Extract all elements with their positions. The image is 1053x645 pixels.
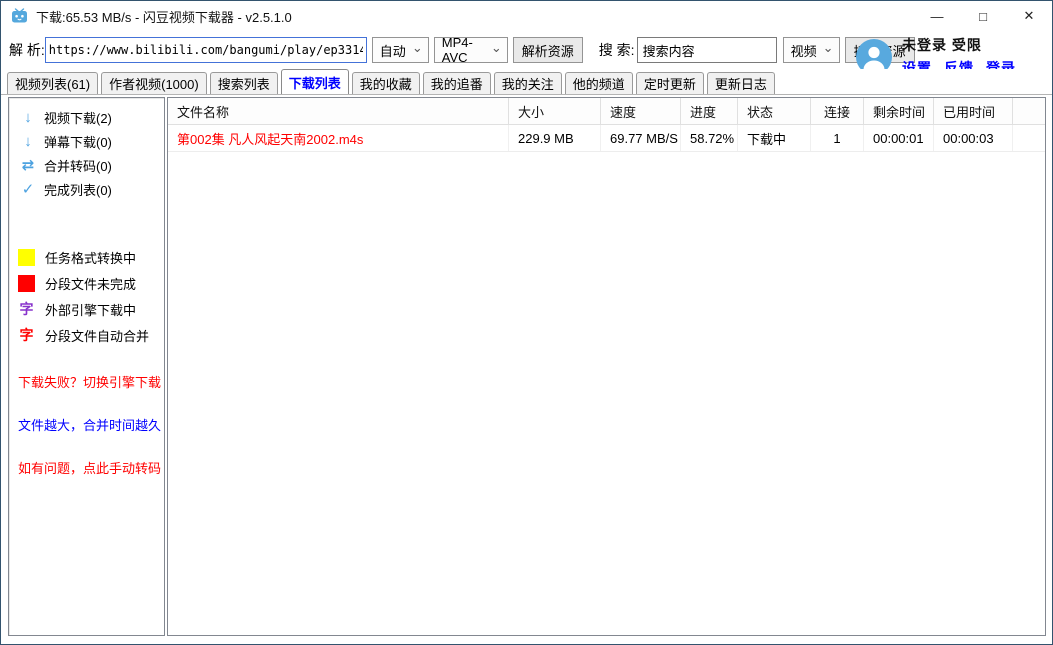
app-window: 下载:65.53 MB/s - 闪豆视频下载器 - v2.5.1.0 — □ ✕… xyxy=(0,0,1053,645)
search-input[interactable] xyxy=(637,37,777,63)
note-manual-transcode[interactable]: 如有问题，点此手动转码 xyxy=(9,458,164,477)
red-swatch-icon xyxy=(18,275,35,292)
mode-select[interactable]: 自动 ⌄ xyxy=(372,37,429,63)
note-merge-time: 文件越大，合并时间越久 xyxy=(9,415,164,434)
download-sidebar: ↓ 视频下载(2) ↓ 弹幕下载(0) ⇄ 合并转码(0) ✓ 完成列表(0) … xyxy=(8,97,165,636)
cell-speed: 69.77 MB/S xyxy=(601,125,681,151)
column-header-filler xyxy=(1013,98,1045,124)
tab-my-bangumi[interactable]: 我的追番 xyxy=(423,72,491,94)
format-select[interactable]: MP4-AVC ⌄ xyxy=(434,37,508,63)
cell-progress: 58.72% xyxy=(681,125,738,151)
parse-label: 解 析: xyxy=(9,40,45,60)
window-controls: — □ ✕ xyxy=(914,1,1052,31)
chevron-down-icon: ⌄ xyxy=(491,43,502,53)
cell-connections: 1 xyxy=(811,125,864,151)
cell-status: 下载中 xyxy=(738,125,811,151)
red-text-glyph-icon: 字 xyxy=(18,325,35,345)
column-header-connections[interactable]: 连接 xyxy=(811,98,864,124)
format-select-value: MP4-AVC xyxy=(442,35,485,65)
sidebar-item-merge-transcode[interactable]: ⇄ 合并转码(0) xyxy=(9,153,164,177)
sidebar-item-danmaku-download[interactable]: ↓ 弹幕下载(0) xyxy=(9,129,164,153)
toolbar: 解 析: 自动 ⌄ MP4-AVC ⌄ 解析资源 搜 索: 视频 ⌄ 搜索资源 xyxy=(1,33,915,67)
legend-item-auto-merge: 字 分段文件自动合并 xyxy=(9,322,164,348)
tab-my-favorites[interactable]: 我的收藏 xyxy=(352,72,420,94)
app-logo-icon xyxy=(11,8,28,24)
url-input[interactable] xyxy=(45,37,367,63)
sidebar-item-label: 完成列表(0) xyxy=(44,180,112,199)
table-row[interactable]: 第002集 凡人风起天南2002.m4s 229.9 MB 69.77 MB/S… xyxy=(168,125,1045,152)
sidebar-notes: 下载失败？切换引擎下载 文件越大，合并时间越久 如有问题，点此手动转码 xyxy=(9,372,164,477)
purple-text-glyph-icon: 字 xyxy=(18,299,35,319)
legend-item-converting: 任务格式转换中 xyxy=(9,244,164,270)
parse-resource-button[interactable]: 解析资源 xyxy=(513,37,583,63)
download-table-panel: 文件名称 大小 速度 进度 状态 连接 剩余时间 已用时间 第002集 凡人风起… xyxy=(167,97,1046,636)
column-header-remaining-time[interactable]: 剩余时间 xyxy=(864,98,934,124)
search-type-select[interactable]: 视频 ⌄ xyxy=(783,37,840,63)
sidebar-item-video-download[interactable]: ↓ 视频下载(2) xyxy=(9,105,164,129)
legend-item-segment-incomplete: 分段文件未完成 xyxy=(9,270,164,296)
window-title: 下载:65.53 MB/s - 闪豆视频下载器 - v2.5.1.0 xyxy=(36,7,292,26)
login-status-text: 未登录 受限 xyxy=(902,35,982,55)
mode-select-value: 自动 xyxy=(380,41,406,60)
tab-changelog[interactable]: 更新日志 xyxy=(707,72,775,94)
sidebar-item-completed-list[interactable]: ✓ 完成列表(0) xyxy=(9,177,164,201)
tab-scheduled-update[interactable]: 定时更新 xyxy=(636,72,704,94)
column-header-filename[interactable]: 文件名称 xyxy=(168,98,509,124)
sidebar-item-label: 合并转码(0) xyxy=(44,156,112,175)
search-type-value: 视频 xyxy=(791,41,817,60)
column-header-status[interactable]: 状态 xyxy=(738,98,811,124)
chevron-down-icon: ⌄ xyxy=(823,43,834,53)
cell-remaining-time: 00:00:01 xyxy=(864,125,934,151)
cell-filler xyxy=(1013,125,1045,151)
status-legend: 任务格式转换中 分段文件未完成 字 外部引擎下载中 字 分段文件自动合并 xyxy=(9,244,164,348)
search-label: 搜 索: xyxy=(599,40,635,60)
tab-my-follows[interactable]: 我的关注 xyxy=(494,72,562,94)
legend-label: 外部引擎下载中 xyxy=(45,300,136,319)
cell-size: 229.9 MB xyxy=(509,125,601,151)
yellow-swatch-icon xyxy=(18,249,35,266)
legend-item-external-engine: 字 外部引擎下载中 xyxy=(9,296,164,322)
column-header-progress[interactable]: 进度 xyxy=(681,98,738,124)
maximize-button[interactable]: □ xyxy=(960,1,1006,31)
sidebar-item-label: 弹幕下载(0) xyxy=(44,132,112,151)
table-header-row: 文件名称 大小 速度 进度 状态 连接 剩余时间 已用时间 xyxy=(168,98,1045,125)
tab-download-list[interactable]: 下载列表 xyxy=(281,69,349,94)
column-header-size[interactable]: 大小 xyxy=(509,98,601,124)
cell-filename: 第002集 凡人风起天南2002.m4s xyxy=(168,125,509,151)
swap-arrows-icon: ⇄ xyxy=(20,156,36,174)
legend-label: 分段文件自动合并 xyxy=(45,326,149,345)
titlebar: 下载:65.53 MB/s - 闪豆视频下载器 - v2.5.1.0 — □ ✕ xyxy=(1,1,1052,31)
cell-elapsed-time: 00:00:03 xyxy=(934,125,1013,151)
tab-video-list[interactable]: 视频列表(61) xyxy=(7,72,98,94)
tab-his-channel[interactable]: 他的频道 xyxy=(565,72,633,94)
check-mark-icon: ✓ xyxy=(20,180,36,198)
note-switch-engine[interactable]: 下载失败？切换引擎下载 xyxy=(9,372,164,391)
download-arrow-icon: ↓ xyxy=(20,109,36,126)
sidebar-item-label: 视频下载(2) xyxy=(44,108,112,127)
download-arrow-icon: ↓ xyxy=(20,133,36,150)
close-button[interactable]: ✕ xyxy=(1006,1,1052,31)
legend-label: 分段文件未完成 xyxy=(45,274,136,293)
legend-label: 任务格式转换中 xyxy=(45,248,136,267)
tab-search-list[interactable]: 搜索列表 xyxy=(210,72,278,94)
tab-author-videos[interactable]: 作者视频(1000) xyxy=(101,72,207,94)
chevron-down-icon: ⌄ xyxy=(412,43,423,53)
column-header-speed[interactable]: 速度 xyxy=(601,98,681,124)
minimize-button[interactable]: — xyxy=(914,1,960,31)
tab-bar: 视频列表(61) 作者视频(1000) 搜索列表 下载列表 我的收藏 我的追番 … xyxy=(1,69,1052,95)
column-header-elapsed-time[interactable]: 已用时间 xyxy=(934,98,1013,124)
